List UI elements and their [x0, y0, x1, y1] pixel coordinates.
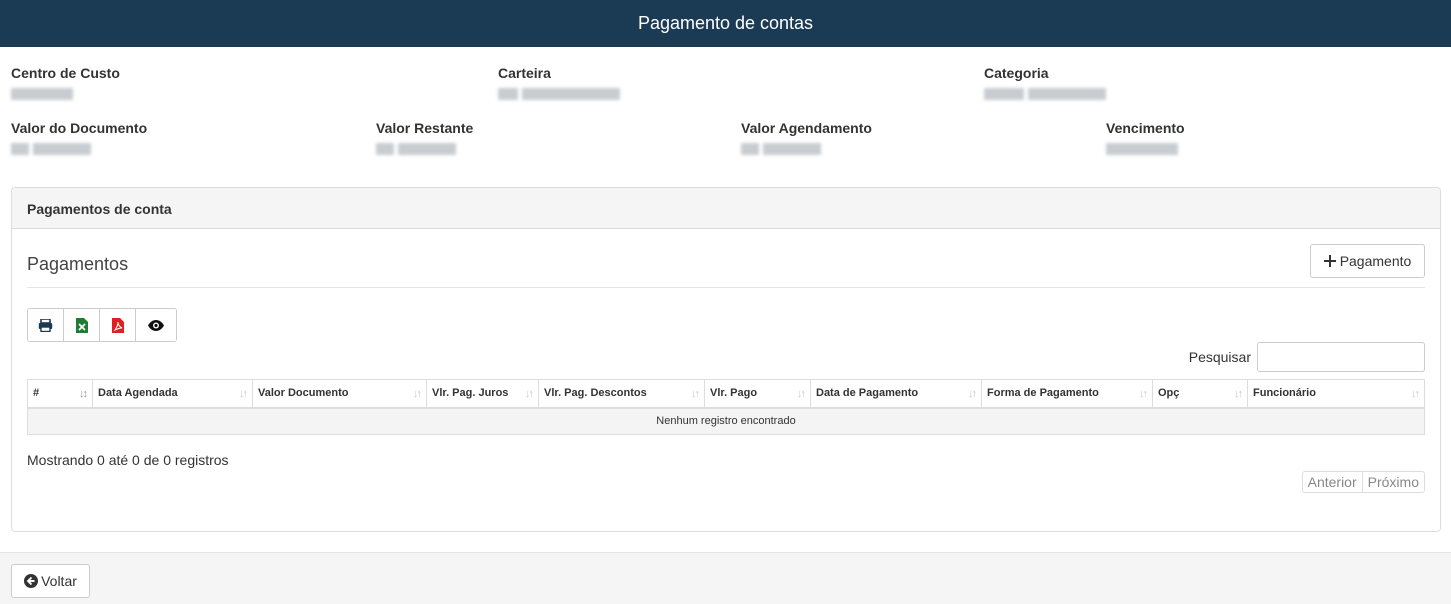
excel-icon — [75, 317, 88, 333]
pdf-export-button[interactable] — [100, 309, 136, 341]
pagination: Anterior Próximo — [1301, 471, 1425, 493]
centro-custo-value-redacted — [11, 87, 77, 100]
pager-next-button[interactable]: Próximo — [1363, 472, 1424, 492]
vencimento-label: Vencimento — [1106, 120, 1185, 136]
search-group: Pesquisar — [1189, 342, 1425, 372]
categoria-label: Categoria — [984, 65, 1049, 81]
search-input[interactable] — [1257, 342, 1425, 372]
add-payment-button[interactable]: Pagamento — [1310, 244, 1425, 278]
payments-table: # ↓↕ Data Agendada ↓↑ Valor Documento ↓↑ Vl… — [27, 379, 1425, 435]
records-info: Mostrando 0 até 0 de 0 registros — [27, 452, 229, 468]
print-button[interactable] — [28, 309, 64, 341]
excel-export-button[interactable] — [64, 309, 100, 341]
valor-agendamento-label: Valor Agendamento — [741, 120, 872, 136]
carteira-label: Carteira — [498, 65, 551, 81]
eye-icon — [148, 319, 164, 331]
column-header-opcoes[interactable]: Opç ↓↑ — [1152, 379, 1248, 409]
divider — [27, 287, 1425, 288]
sort-icon: ↓↑ — [525, 388, 534, 400]
back-button[interactable]: Voltar — [11, 564, 90, 598]
empty-message: Nenhum registro encontrado — [27, 407, 1425, 435]
panel-heading: Pagamentos de conta — [12, 188, 1440, 229]
section-title: Pagamentos — [27, 254, 129, 274]
add-payment-label: Pagamento — [1339, 253, 1412, 269]
valor-restante-value-redacted — [376, 142, 460, 155]
valor-documento-value-redacted — [11, 142, 95, 155]
table-row-empty: Nenhum registro encontrado — [27, 407, 1425, 435]
column-header-data-pagamento[interactable]: Data de Pagamento ↓↑ — [810, 379, 982, 409]
sort-icon: ↓↑ — [239, 388, 248, 400]
table-header-row: # ↓↕ Data Agendada ↓↑ Valor Documento ↓↑ Vl… — [27, 379, 1425, 409]
page-title: Pagamento de contas — [637, 13, 814, 33]
sort-icon: ↓↑ — [1234, 388, 1243, 400]
centro-custo-label: Centro de Custo — [11, 65, 120, 81]
pdf-icon — [111, 317, 124, 333]
valor-restante-label: Valor Restante — [376, 120, 474, 136]
print-icon — [38, 318, 53, 332]
page-header: Pagamento de contas — [0, 0, 1451, 47]
valor-documento-label: Valor do Documento — [11, 120, 148, 136]
column-header-funcionario[interactable]: Funcionário ↓↑ — [1247, 379, 1425, 409]
sort-icon: ↓↑ — [797, 388, 806, 400]
plus-icon — [1323, 255, 1336, 267]
circle-arrow-left-icon — [24, 574, 39, 588]
column-visibility-button[interactable] — [136, 309, 176, 341]
column-header-data-agendada[interactable]: Data Agendada ↓↑ — [92, 379, 253, 409]
payments-panel: Pagamentos de conta Pagamentos Pagamento — [11, 187, 1441, 532]
column-header-forma-pagamento[interactable]: Forma de Pagamento ↓↑ — [981, 379, 1153, 409]
column-header-descontos[interactable]: Vlr. Pag. Descontos ↓↑ — [538, 379, 705, 409]
carteira-value-redacted — [498, 87, 624, 100]
pager-previous-button[interactable]: Anterior — [1303, 472, 1363, 492]
search-label: Pesquisar — [1188, 349, 1251, 365]
column-header-vlr-pago[interactable]: Vlr. Pago ↓↑ — [704, 379, 811, 409]
column-header-valor-documento[interactable]: Valor Documento ↓↑ — [252, 379, 427, 409]
footer-bar: Voltar — [0, 552, 1451, 604]
sort-icon: ↓↑ — [1411, 388, 1420, 400]
sort-icon: ↓↕ — [79, 388, 88, 400]
valor-agendamento-value-redacted — [741, 142, 825, 155]
sort-icon: ↓↑ — [968, 388, 977, 400]
sort-icon: ↓↑ — [413, 388, 422, 400]
back-label: Voltar — [41, 573, 77, 589]
vencimento-value-redacted — [1106, 142, 1182, 155]
sort-icon: ↓↑ — [1139, 388, 1148, 400]
categoria-value-redacted — [984, 87, 1110, 100]
sort-icon: ↓↑ — [691, 388, 700, 400]
export-toolbar — [27, 308, 177, 342]
column-header-juros[interactable]: Vlr. Pag. Juros ↓↑ — [426, 379, 539, 409]
column-header-id[interactable]: # ↓↕ — [27, 379, 93, 409]
